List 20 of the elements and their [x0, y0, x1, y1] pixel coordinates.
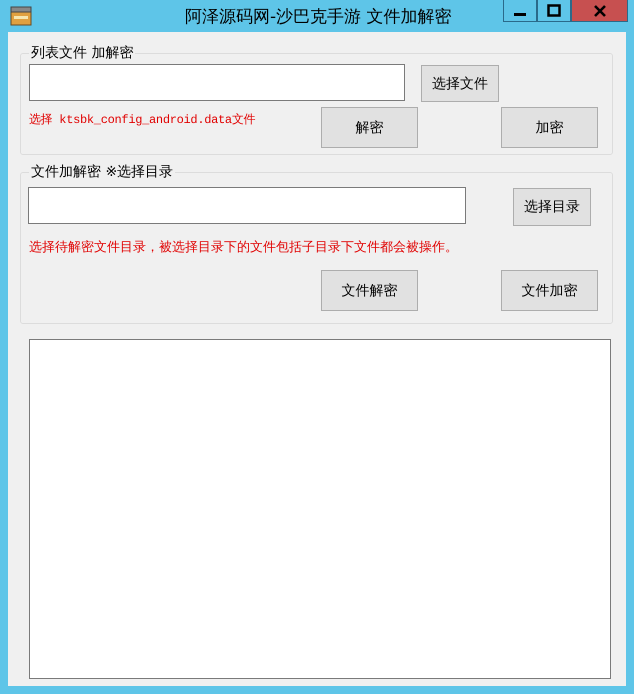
close-button[interactable]	[571, 0, 628, 22]
app-icon	[10, 6, 32, 26]
decrypt-button[interactable]: 解密	[321, 107, 418, 148]
file-path-field[interactable]	[29, 64, 405, 101]
hint-text: 选择待解密文件目录，被选择目录下的文件包括子目录下文件都会被操作。	[29, 239, 459, 256]
select-file-button[interactable]: 选择文件	[421, 65, 499, 102]
hint-text: 选择 ktsbk_config_android.data文件	[29, 112, 256, 128]
maximize-icon	[547, 4, 561, 18]
group-title: 文件加解密 ※选择目录	[30, 163, 174, 181]
encrypt-button[interactable]: 加密	[501, 107, 598, 148]
close-icon	[592, 4, 606, 18]
group-title: 列表文件 加解密	[30, 44, 134, 62]
window-title: 阿泽源码网-沙巴克手游 文件加解密	[185, 6, 452, 28]
minimize-button[interactable]	[503, 0, 537, 22]
folder-encrypt-button[interactable]: 文件加密	[501, 270, 598, 311]
minimize-icon	[514, 13, 526, 16]
maximize-button[interactable]	[537, 0, 571, 22]
folder-decrypt-button[interactable]: 文件解密	[321, 270, 418, 311]
select-folder-button[interactable]: 选择目录	[513, 188, 591, 226]
folder-path-field[interactable]	[28, 187, 466, 224]
